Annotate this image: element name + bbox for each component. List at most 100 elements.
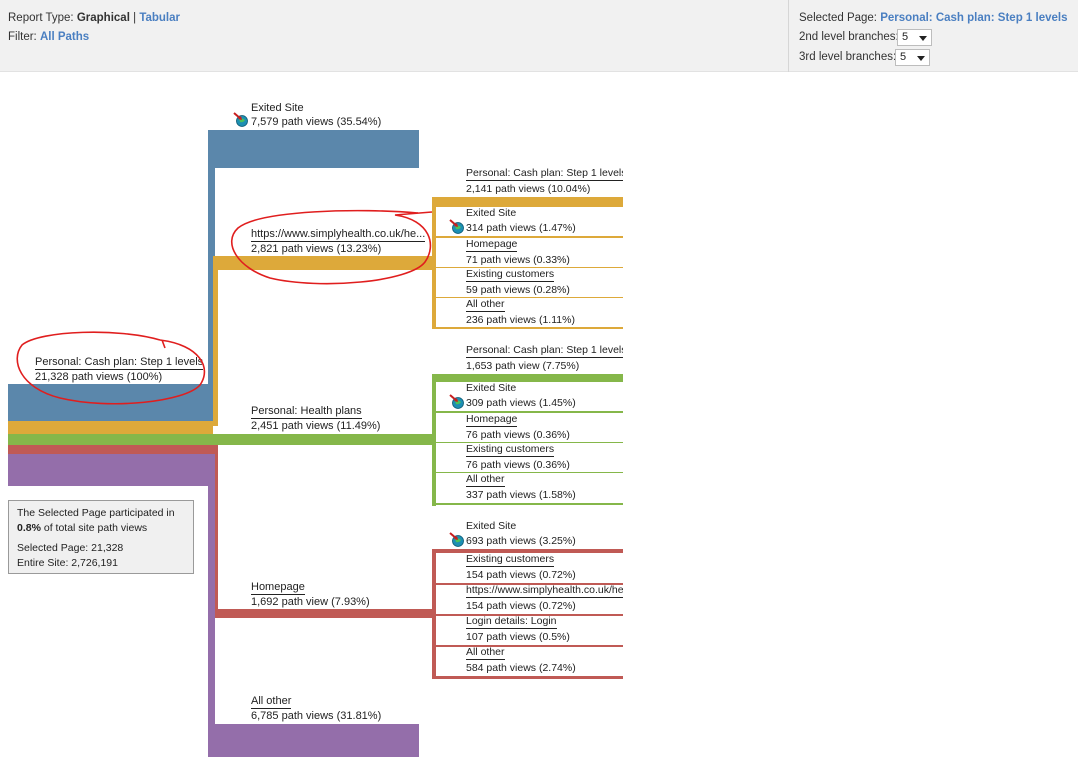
- level2-name-all-other: All other: [251, 695, 292, 709]
- gold-level3-node-2[interactable]: Exited Site 314 path views (1.47%): [466, 207, 623, 236]
- level2-node-all-other[interactable]: All other 6,785 path views (31.81%): [251, 694, 381, 724]
- gold-level3-name-2: Exited Site: [466, 207, 517, 219]
- red-level3-node-5[interactable]: All other 584 path views (2.74%): [466, 646, 623, 676]
- report-type-separator: |: [133, 12, 137, 24]
- green-level3-name-2: Exited Site: [466, 382, 517, 394]
- gold-level3-node-4[interactable]: Existing customers 59 path views (0.28%): [466, 268, 623, 298]
- gold-level3-name-5: All other: [466, 298, 505, 312]
- green-level3-views-3: 76 path views (0.36%): [466, 429, 570, 441]
- branch-bar-exited[interactable]: [208, 130, 419, 168]
- green-level3-views-4: 76 path views (0.36%): [466, 459, 570, 471]
- green-level3-bar-1[interactable]: [432, 374, 623, 382]
- level2-views-simplyhealth: 2,821 path views (13.23%): [251, 243, 382, 255]
- root-segment-homepage[interactable]: [8, 445, 213, 454]
- green-level3-node-4[interactable]: Existing customers 76 path views (0.36%): [466, 443, 623, 473]
- info-line-2: 0.8% of total site path views: [17, 521, 193, 536]
- root-segment-simplyhealth[interactable]: [8, 421, 213, 434]
- red-level3-node-4[interactable]: Login details: Login 107 path views (0.5…: [466, 615, 623, 645]
- gold-level3-spine: [432, 197, 436, 329]
- red-level3-node-1[interactable]: Exited Site 693 path views (3.25%): [466, 520, 623, 549]
- green-level3-node-1[interactable]: Personal: Cash plan: Step 1 levels 1,653…: [466, 344, 623, 374]
- filter-row: Filter: All Paths: [8, 31, 89, 43]
- level2-node-health-plans[interactable]: Personal: Health plans 2,451 path views …: [251, 404, 380, 434]
- gold-level3-views-5: 236 path views (1.11%): [466, 314, 575, 326]
- root-segment-health-plans[interactable]: [8, 434, 213, 445]
- level2-node-simplyhealth[interactable]: https://www.simplyhealth.co.uk/he... 2,8…: [251, 227, 426, 257]
- third-level-label: 3rd level branches:: [799, 51, 897, 63]
- filter-link[interactable]: All Paths: [40, 31, 89, 43]
- branch-bar-homepage[interactable]: [213, 609, 434, 618]
- report-type-label: Report Type:: [8, 12, 74, 24]
- tabular-link[interactable]: Tabular: [139, 12, 180, 24]
- info-percentage: 0.8%: [17, 522, 41, 534]
- level2-node-exited[interactable]: Exited Site 7,579 path views (35.54%): [251, 101, 381, 130]
- participation-info-box: The Selected Page participated in 0.8% o…: [8, 500, 194, 574]
- gold-level3-node-3[interactable]: Homepage 71 path views (0.33%): [466, 238, 623, 268]
- green-level3-node-2[interactable]: Exited Site 309 path views (1.45%): [466, 382, 623, 411]
- red-level3-name-5: All other: [466, 646, 505, 660]
- green-level3-spine: [432, 374, 436, 506]
- red-level3-node-3[interactable]: https://www.simplyhealth.co.uk/he... 154…: [466, 584, 623, 614]
- root-node-name: Personal: Cash plan: Step 1 levels: [35, 356, 204, 370]
- info-line-1: The Selected Page participated in: [17, 507, 175, 519]
- green-level3-views-5: 337 path views (1.58%): [466, 489, 576, 501]
- red-level3-views-5: 584 path views (2.74%): [466, 662, 576, 674]
- connector-simplyhealth: [213, 256, 218, 426]
- exit-site-icon: [449, 219, 464, 234]
- red-level3-views-1: 693 path views (3.25%): [466, 535, 576, 547]
- graphical-option[interactable]: Graphical: [77, 12, 130, 24]
- root-node-views: 21,328 path views (100%): [35, 371, 163, 383]
- red-level3-views-3: 154 path views (0.72%): [466, 600, 576, 612]
- gold-level3-views-4: 59 path views (0.28%): [466, 284, 570, 296]
- green-level3-name-1: Personal: Cash plan: Step 1 levels: [466, 344, 623, 358]
- level2-views-health-plans: 2,451 path views (11.49%): [251, 420, 381, 432]
- branch-bar-health-plans[interactable]: [213, 434, 434, 445]
- connector-all-other: [208, 454, 215, 754]
- green-level3-views-2: 309 path views (1.45%): [466, 397, 576, 409]
- root-node-label[interactable]: Personal: Cash plan: Step 1 levels 21,32…: [35, 355, 204, 385]
- selected-page-label: Selected Page:: [799, 12, 878, 24]
- gold-level3-node-5[interactable]: All other 236 path views (1.11%): [466, 298, 623, 328]
- level2-name-simplyhealth: https://www.simplyhealth.co.uk/he...: [251, 228, 426, 242]
- level2-name-homepage: Homepage: [251, 581, 305, 595]
- gold-level3-node-1[interactable]: Personal: Cash plan: Step 1 levels 2,141…: [466, 167, 623, 197]
- root-segment-exited[interactable]: [8, 384, 213, 421]
- green-level3-node-5[interactable]: All other 337 path views (1.58%): [466, 473, 623, 503]
- info-line-2-text: of total site path views: [43, 522, 148, 534]
- level2-views-all-other: 6,785 path views (31.81%): [251, 710, 382, 722]
- level2-node-homepage[interactable]: Homepage 1,692 path view (7.93%): [251, 580, 370, 610]
- gold-level3-bar-1[interactable]: [432, 197, 623, 207]
- green-level3-node-3[interactable]: Homepage 76 path views (0.36%): [466, 413, 623, 443]
- filter-label: Filter:: [8, 31, 37, 43]
- gold-level3-name-1: Personal: Cash plan: Step 1 levels: [466, 167, 623, 181]
- level2-name-health-plans: Personal: Health plans: [251, 405, 362, 419]
- report-type-row: Report Type: Graphical | Tabular: [8, 12, 180, 24]
- gold-level3-views-3: 71 path views (0.33%): [466, 254, 570, 266]
- red-level3-bar-5[interactable]: [432, 676, 623, 679]
- second-level-value: 5: [902, 31, 909, 43]
- chevron-down-icon: [917, 56, 925, 61]
- selected-page-link[interactable]: Personal: Cash plan: Step 1 levels: [880, 12, 1067, 24]
- red-level3-node-2[interactable]: Existing customers 154 path views (0.72%…: [466, 553, 623, 583]
- red-level3-name-3: https://www.simplyhealth.co.uk/he...: [466, 584, 623, 598]
- level2-views-exited: 7,579 path views (35.54%): [251, 116, 382, 128]
- green-level3-bar-5[interactable]: [432, 503, 623, 505]
- info-selected-page: Selected Page: 21,328: [17, 542, 124, 554]
- level2-name-exited: Exited Site: [251, 102, 304, 114]
- branch-bar-simplyhealth[interactable]: [213, 256, 434, 270]
- branch-bar-all-other[interactable]: [208, 724, 419, 757]
- exit-site-icon: [233, 112, 248, 127]
- gold-level3-views-2: 314 path views (1.47%): [466, 222, 576, 234]
- root-segment-all-other[interactable]: [8, 454, 213, 486]
- gold-level3-name-3: Homepage: [466, 238, 518, 252]
- third-level-select[interactable]: 5: [895, 49, 930, 66]
- red-level3-views-2: 154 path views (0.72%): [466, 569, 576, 581]
- second-level-select[interactable]: 5: [897, 29, 932, 46]
- green-level3-name-3: Homepage: [466, 413, 518, 427]
- selected-page-row: Selected Page: Personal: Cash plan: Step…: [799, 12, 1067, 24]
- green-level3-views-1: 1,653 path view (7.75%): [466, 360, 580, 372]
- red-level3-name-4: Login details: Login: [466, 615, 557, 629]
- level2-views-homepage: 1,692 path view (7.93%): [251, 596, 370, 608]
- info-entire-site: Entire Site: 2,726,191: [17, 557, 118, 569]
- selection-panel: Selected Page: Personal: Cash plan: Step…: [788, 0, 1078, 72]
